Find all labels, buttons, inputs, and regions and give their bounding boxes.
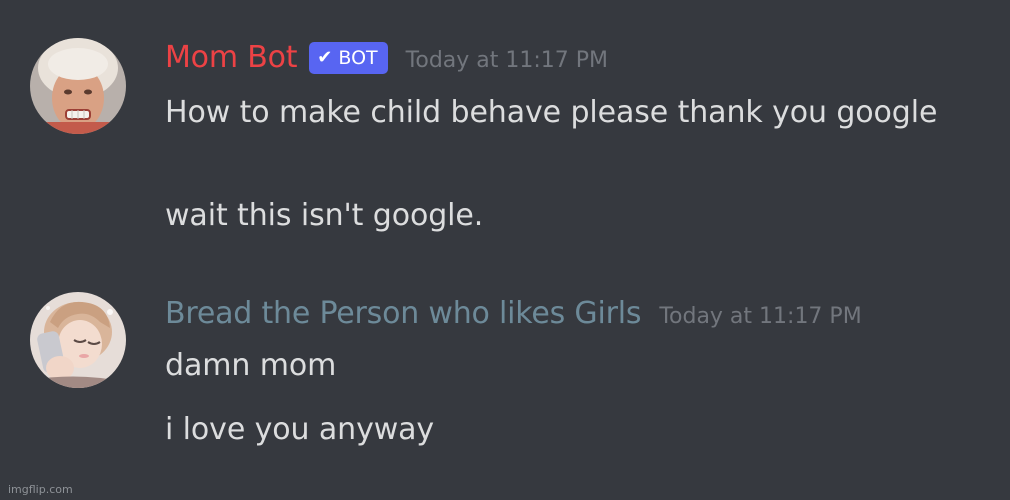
avatar-bread[interactable]	[30, 292, 126, 388]
timestamp[interactable]: Today at 11:17 PM	[659, 304, 861, 329]
message-text: How to make child behave please thank yo…	[165, 95, 938, 130]
username[interactable]: Mom Bot	[165, 40, 297, 75]
verified-check-icon: ✔	[317, 47, 333, 68]
message-text: wait this isn't google.	[165, 198, 484, 233]
message-header: Bread the Person who likes Girls Today a…	[165, 296, 862, 331]
watermark: imgflip.com	[8, 483, 73, 496]
bot-badge-label: BOT	[338, 46, 378, 69]
avatar-mom-bot[interactable]	[30, 38, 126, 134]
message-text: damn mom	[165, 348, 337, 383]
bot-badge: ✔ BOT	[309, 41, 388, 74]
message-text: i love you anyway	[165, 412, 435, 447]
avatar-image	[30, 292, 126, 388]
timestamp[interactable]: Today at 11:17 PM	[406, 48, 608, 73]
avatar-image	[30, 38, 126, 134]
chat-view: Mom Bot ✔ BOT Today at 11:17 PM How to m…	[0, 0, 1010, 500]
message-header: Mom Bot ✔ BOT Today at 11:17 PM	[165, 40, 608, 78]
username[interactable]: Bread the Person who likes Girls	[165, 296, 642, 331]
